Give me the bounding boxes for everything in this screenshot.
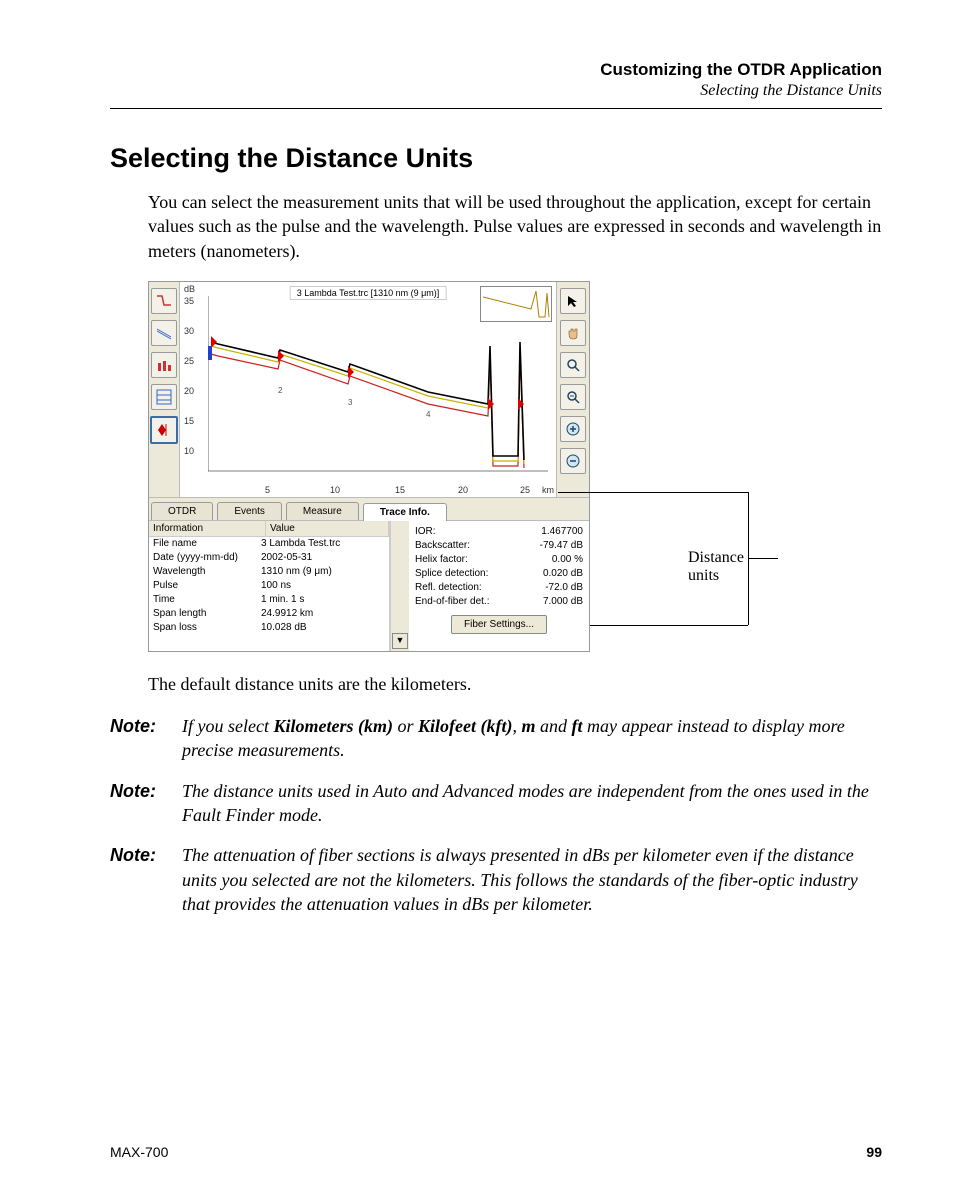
info-row: Pulse100 ns: [149, 579, 389, 593]
col-header-value: Value: [266, 521, 389, 536]
detector-row: Refl. detection:-72.0 dB: [415, 581, 583, 595]
zoom-minus-icon[interactable]: [560, 448, 586, 474]
info-row: File name3 Lambda Test.trc: [149, 537, 389, 551]
tab-measure[interactable]: Measure: [286, 502, 359, 520]
note-body: The attenuation of fiber sections is alw…: [182, 843, 882, 916]
hand-icon[interactable]: [560, 320, 586, 346]
tab-otdr[interactable]: OTDR: [151, 502, 213, 520]
callout-distance-units: Distance units: [688, 549, 768, 585]
otdr-app-window: 3 Lambda Test.trc [1310 nm (9 μm)] dB 35…: [148, 281, 590, 652]
note-label: Note:: [110, 843, 182, 916]
y-unit-label: dB: [184, 284, 195, 294]
page-title: Selecting the Distance Units: [110, 143, 882, 174]
callout-leader: [558, 492, 748, 493]
marker-icon[interactable]: [150, 416, 178, 444]
zoom-in-icon[interactable]: [560, 352, 586, 378]
header-rule: [110, 108, 882, 109]
tab-events[interactable]: Events: [217, 502, 282, 520]
col-header-info: Information: [149, 521, 266, 536]
after-figure-paragraph: The default distance units are the kilom…: [110, 672, 882, 696]
info-row: Date (yyyy-mm-dd)2002-05-31: [149, 551, 389, 565]
trace-view-icon[interactable]: [151, 288, 177, 314]
right-toolbar: [557, 282, 589, 497]
note-label: Note:: [110, 714, 182, 763]
fiber-settings-button[interactable]: Fiber Settings...: [451, 615, 547, 634]
footer-page-number: 99: [866, 1144, 882, 1160]
zoom-plus-icon[interactable]: [560, 416, 586, 442]
tabs: OTDR Events Measure Trace Info.: [149, 497, 589, 521]
note: Note:The distance units used in Auto and…: [110, 779, 882, 828]
trace-plot[interactable]: 3 Lambda Test.trc [1310 nm (9 μm)] dB 35…: [180, 282, 557, 497]
note-label: Note:: [110, 779, 182, 828]
tab-trace-info[interactable]: Trace Info.: [363, 503, 447, 521]
info-row: Time1 min. 1 s: [149, 593, 389, 607]
plot-thumbnail[interactable]: [480, 286, 552, 322]
detector-row: Helix factor:0.00 %: [415, 553, 583, 567]
screenshot-figure: 3 Lambda Test.trc [1310 nm (9 μm)] dB 35…: [148, 281, 768, 652]
running-header-subtitle: Selecting the Distance Units: [110, 82, 882, 100]
callout-leader: [590, 625, 748, 626]
pointer-icon[interactable]: [560, 288, 586, 314]
note: Note:The attenuation of fiber sections i…: [110, 843, 882, 916]
footer-model: MAX-700: [110, 1144, 168, 1160]
detector-row: Splice detection:0.020 dB: [415, 567, 583, 581]
note: Note:If you select Kilometers (km) or Ki…: [110, 714, 882, 763]
info-row: Span loss10.028 dB: [149, 621, 389, 635]
info-row: Span length24.9912 km: [149, 607, 389, 621]
note-body: The distance units used in Auto and Adva…: [182, 779, 882, 828]
left-toolbar: [149, 282, 180, 497]
note-body: If you select Kilometers (km) or Kilofee…: [182, 714, 882, 763]
x-unit-label: km: [542, 485, 554, 495]
zoom-out-icon[interactable]: [560, 384, 586, 410]
info-row: Wavelength1310 nm (9 μm): [149, 565, 389, 579]
multi-trace-icon[interactable]: [151, 320, 177, 346]
overlay-icon[interactable]: [151, 352, 177, 378]
table-icon[interactable]: [151, 384, 177, 410]
trace-lines: [208, 296, 548, 481]
intro-paragraph: You can select the measurement units tha…: [110, 190, 882, 263]
detector-row: Backscatter:-79.47 dB: [415, 539, 583, 553]
detector-row: End-of-fiber det.:7.000 dB: [415, 595, 583, 609]
detector-row: IOR:1.467700: [415, 525, 583, 539]
trace-info-panel: Information Value File name3 Lambda Test…: [149, 521, 589, 651]
scroll-down-icon[interactable]: ▼: [392, 633, 408, 649]
running-header-title: Customizing the OTDR Application: [110, 60, 882, 80]
